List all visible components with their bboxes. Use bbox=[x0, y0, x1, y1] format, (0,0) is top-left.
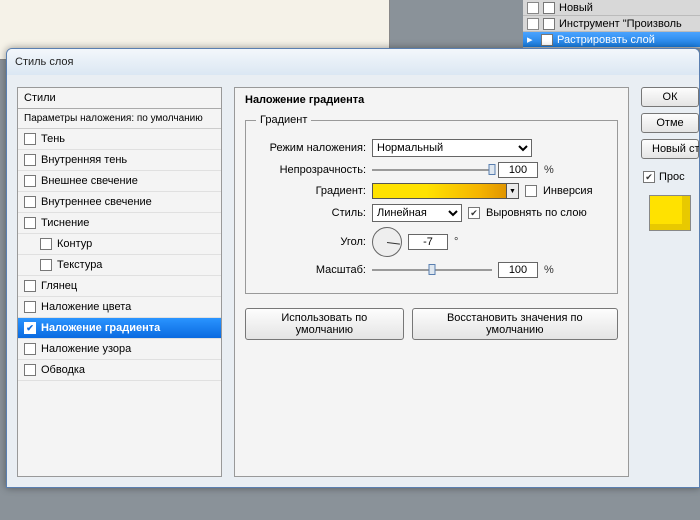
scale-slider[interactable] bbox=[372, 263, 492, 277]
layer-label: Растрировать слой bbox=[557, 34, 655, 46]
percent-label: % bbox=[544, 164, 554, 176]
checkbox[interactable] bbox=[40, 238, 52, 250]
checkbox[interactable] bbox=[24, 322, 36, 334]
checkbox[interactable] bbox=[24, 154, 36, 166]
style-item-satin[interactable]: Глянец bbox=[18, 276, 221, 297]
styles-header[interactable]: Стили bbox=[18, 88, 221, 109]
layer-label: Новый bbox=[559, 2, 593, 14]
gradient-overlay-settings: Наложение градиента Градиент Режим налож… bbox=[234, 87, 629, 477]
checkbox[interactable] bbox=[24, 133, 36, 145]
layer-style-dialog: Стиль слоя Стили Параметры наложения: по… bbox=[6, 48, 700, 488]
style-label: Наложение градиента bbox=[41, 322, 160, 334]
gradient-swatch[interactable] bbox=[372, 183, 507, 199]
style-item-inner-shadow[interactable]: Внутренняя тень bbox=[18, 150, 221, 171]
gradient-style-select[interactable]: Линейная bbox=[372, 204, 462, 222]
preview-label: Прос bbox=[659, 171, 685, 183]
expand-triangle-icon[interactable]: ▸ bbox=[527, 33, 537, 46]
layer-label: Инструмент "Произволь bbox=[559, 18, 682, 30]
checkbox[interactable] bbox=[40, 259, 52, 271]
opacity-input[interactable] bbox=[498, 162, 538, 178]
style-item-inner-glow[interactable]: Внутреннее свечение bbox=[18, 192, 221, 213]
invert-checkbox[interactable] bbox=[525, 185, 537, 197]
style-label: Тиснение bbox=[41, 217, 89, 229]
style-label: Наложение узора bbox=[41, 343, 131, 355]
layer-row[interactable]: Инструмент "Произволь bbox=[523, 16, 700, 32]
preview-checkbox[interactable] bbox=[643, 171, 655, 183]
style-label: Глянец bbox=[41, 280, 77, 292]
style-label: Внешнее свечение bbox=[41, 175, 138, 187]
align-label: Выровнять по слою bbox=[486, 207, 587, 219]
gradient-fieldset: Градиент Режим наложения: Нормальный Неп… bbox=[245, 114, 618, 294]
layer-row[interactable]: Новый bbox=[523, 0, 700, 16]
style-label: Текстура bbox=[57, 259, 102, 271]
cancel-button[interactable]: Отме bbox=[641, 113, 699, 133]
visibility-toggle[interactable] bbox=[527, 2, 539, 14]
scale-input[interactable] bbox=[498, 262, 538, 278]
checkbox[interactable] bbox=[24, 175, 36, 187]
style-label: Внутренняя тень bbox=[41, 154, 127, 166]
align-checkbox[interactable] bbox=[468, 207, 480, 219]
gradient-dropdown-icon[interactable] bbox=[507, 183, 519, 199]
blend-mode-select[interactable]: Нормальный bbox=[372, 139, 532, 157]
reset-default-button[interactable]: Восстановить значения по умолчанию bbox=[412, 308, 618, 340]
checkbox[interactable] bbox=[24, 343, 36, 355]
checkbox[interactable] bbox=[24, 217, 36, 229]
style-label: Тень bbox=[41, 133, 65, 145]
checkbox[interactable] bbox=[24, 301, 36, 313]
dialog-title: Стиль слоя bbox=[15, 56, 73, 68]
angle-input[interactable] bbox=[408, 234, 448, 250]
styles-subheader[interactable]: Параметры наложения: по умолчанию bbox=[18, 109, 221, 129]
style-item-shadow[interactable]: Тень bbox=[18, 129, 221, 150]
layer-thumbnail-icon bbox=[541, 34, 553, 46]
style-label: Контур bbox=[57, 238, 92, 250]
make-default-button[interactable]: Использовать по умолчанию bbox=[245, 308, 404, 340]
style-item-outer-glow[interactable]: Внешнее свечение bbox=[18, 171, 221, 192]
opacity-label: Непрозрачность: bbox=[256, 164, 366, 176]
style-label: Обводка bbox=[41, 364, 85, 376]
style-item-color-overlay[interactable]: Наложение цвета bbox=[18, 297, 221, 318]
checkbox[interactable] bbox=[24, 196, 36, 208]
checkbox[interactable] bbox=[24, 364, 36, 376]
percent-label: % bbox=[544, 264, 554, 276]
new-style-button[interactable]: Новый ст bbox=[641, 139, 699, 159]
style-item-bevel[interactable]: Тиснение bbox=[18, 213, 221, 234]
dialog-button-column: ОК Отме Новый ст Прос bbox=[641, 87, 699, 477]
checkbox[interactable] bbox=[24, 280, 36, 292]
blend-mode-label: Режим наложения: bbox=[256, 142, 366, 154]
angle-dial[interactable] bbox=[372, 227, 402, 257]
style-item-contour[interactable]: Контур bbox=[18, 234, 221, 255]
invert-label: Инверсия bbox=[543, 185, 593, 197]
layer-thumbnail-icon bbox=[543, 2, 555, 14]
angle-label: Угол: bbox=[256, 236, 366, 248]
style-item-gradient-overlay[interactable]: Наложение градиента bbox=[18, 318, 221, 339]
style-label: Наложение цвета bbox=[41, 301, 131, 313]
styles-list: Стили Параметры наложения: по умолчанию … bbox=[17, 87, 222, 477]
style-label: Внутреннее свечение bbox=[41, 196, 152, 208]
style-item-stroke[interactable]: Обводка bbox=[18, 360, 221, 381]
ok-button[interactable]: ОК bbox=[641, 87, 699, 107]
style-item-texture[interactable]: Текстура bbox=[18, 255, 221, 276]
degree-label: ° bbox=[454, 236, 458, 248]
fieldset-legend: Градиент bbox=[256, 114, 311, 126]
layers-panel: Новый Инструмент "Произволь ▸ Растрирова… bbox=[523, 0, 700, 48]
gradient-label: Градиент: bbox=[256, 185, 366, 197]
visibility-toggle[interactable] bbox=[527, 18, 539, 30]
dialog-titlebar[interactable]: Стиль слоя bbox=[7, 49, 699, 75]
layer-row-selected[interactable]: ▸ Растрировать слой bbox=[523, 32, 700, 48]
preview-swatch bbox=[649, 195, 691, 231]
style-item-pattern-overlay[interactable]: Наложение узора bbox=[18, 339, 221, 360]
panel-group-title: Наложение градиента bbox=[245, 94, 618, 106]
scale-label: Масштаб: bbox=[256, 264, 366, 276]
opacity-slider[interactable] bbox=[372, 163, 492, 177]
style-label: Стиль: bbox=[256, 207, 366, 219]
layer-thumbnail-icon bbox=[543, 18, 555, 30]
